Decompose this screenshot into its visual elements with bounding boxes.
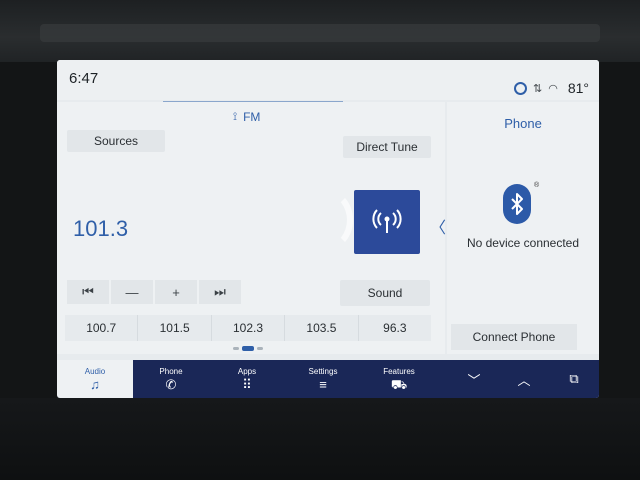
audio-panel: ⟟ FM Sources Direct Tune 101.3 〈 ⏮ — + ⏭… — [57, 102, 446, 354]
nav-apps[interactable]: Apps ⠿ — [209, 360, 285, 398]
chevron-left-icon[interactable]: 〈 — [430, 214, 446, 238]
wifi-icon: ◠ — [548, 82, 558, 95]
antenna-icon: ⟟ — [233, 110, 238, 123]
connect-phone-button[interactable]: Connect Phone — [451, 324, 577, 350]
nav-phone[interactable]: Phone ✆ — [133, 360, 209, 398]
apps-grid-icon: ⠿ — [242, 377, 252, 392]
phone-panel-title[interactable]: Phone — [447, 116, 599, 131]
phone-panel: Phone ® No device connected Connect Phon… — [447, 102, 599, 354]
preset-bar: 100.7 101.5 102.3 103.5 96.3 — [65, 315, 431, 341]
preset-button[interactable]: 100.7 — [65, 315, 139, 341]
assistant-circle-icon[interactable] — [514, 81, 527, 95]
nav-features-label: Features — [383, 367, 415, 376]
chevron-up-icon[interactable]: ︿ — [499, 360, 549, 398]
preset-button[interactable]: 96.3 — [359, 315, 431, 341]
bluetooth-glyph — [511, 193, 523, 215]
tune-up-button[interactable]: + — [155, 280, 197, 304]
nav-features[interactable]: Features ⛟ — [361, 360, 437, 398]
infotainment-screen: 6:47 ⇅ ◠ 81° ⟟ FM Sources Direct Tune 10… — [57, 60, 599, 398]
tune-down-button[interactable]: — — [111, 280, 153, 304]
bluetooth-icon — [503, 184, 531, 224]
page-dot — [257, 347, 263, 350]
dashboard-bezel-bottom — [0, 398, 640, 480]
phone-status-text: No device connected — [466, 236, 580, 250]
chevron-down-icon[interactable]: ﹀ — [449, 360, 499, 398]
direct-tune-button[interactable]: Direct Tune — [343, 136, 431, 158]
preset-button[interactable]: 103.5 — [285, 315, 359, 341]
status-icons: ⇅ ◠ 81° — [514, 80, 589, 96]
clock: 6:47 — [69, 70, 99, 87]
dashboard-bezel-top — [0, 0, 640, 62]
seek-back-button[interactable]: ⏮ — [67, 280, 109, 304]
preset-button[interactable]: 102.3 — [212, 315, 286, 341]
nav-audio-label: Audio — [84, 367, 106, 376]
radio-station-tile[interactable] — [354, 190, 420, 254]
music-note-icon: ♫ — [90, 377, 100, 392]
preset-button[interactable]: 101.5 — [138, 315, 212, 341]
band-label: FM — [243, 110, 261, 124]
tuning-controls: ⏮ — + ⏭ — [67, 280, 241, 304]
nav-settings-label: Settings — [308, 367, 338, 376]
nav-settings[interactable]: Settings ≡ — [285, 360, 361, 398]
dashboard-strip — [40, 24, 600, 42]
radio-tower-icon — [372, 209, 402, 233]
settings-sliders-icon: ≡ — [319, 377, 327, 392]
current-frequency: 101.3 — [73, 216, 129, 241]
nav-right-controls: ﹀ ︿ ⧉ — [449, 360, 599, 398]
broadcast-wave-decoration — [303, 190, 353, 250]
seek-forward-button[interactable]: ⏭ — [199, 280, 241, 304]
page-dot — [233, 347, 239, 350]
band-header: ⟟ FM — [233, 110, 260, 124]
registered-mark-icon: ® — [534, 182, 540, 189]
nav-apps-label: Apps — [237, 367, 257, 376]
vehicle-icon: ⛟ — [390, 377, 408, 392]
status-bar: 6:47 ⇅ ◠ 81° — [57, 60, 599, 100]
page-dot-active — [242, 346, 254, 351]
phone-handset-icon: ✆ — [165, 377, 177, 392]
preset-page-indicator — [233, 346, 263, 351]
signal-icon: ⇅ — [533, 82, 543, 95]
outside-temperature: 81° — [567, 80, 589, 96]
sound-button[interactable]: Sound — [340, 280, 430, 306]
nav-phone-label: Phone — [159, 367, 183, 376]
nav-audio[interactable]: Audio ♫ — [57, 360, 133, 398]
sources-button[interactable]: Sources — [67, 130, 165, 152]
screen-overlay-icon[interactable]: ⧉ — [549, 360, 599, 398]
bottom-nav-bar: Audio ♫ Phone ✆ Apps ⠿ Settings ≡ Featur… — [57, 360, 599, 398]
